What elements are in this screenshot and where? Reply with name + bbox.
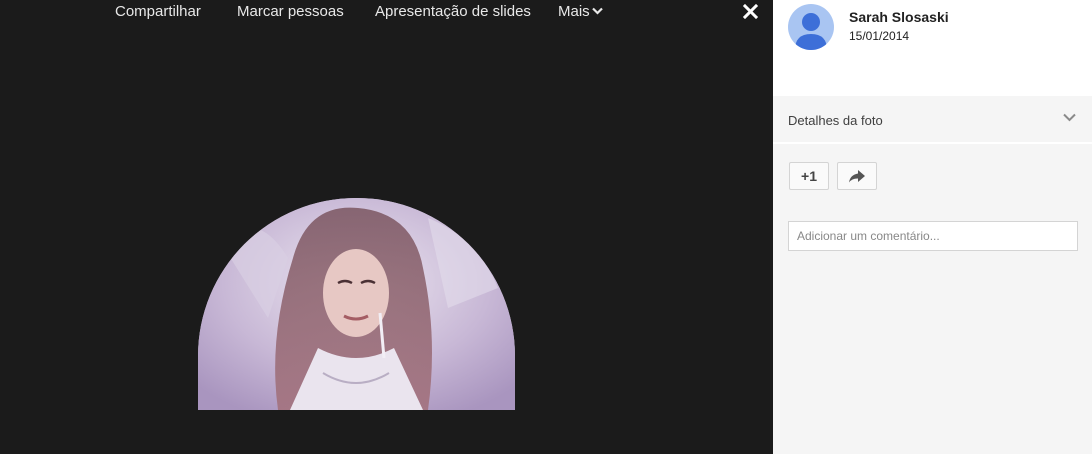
- photo-details-label: Detalhes da foto: [788, 113, 883, 128]
- viewer-toolbar: Compartilhar Marcar pessoas Apresentação…: [0, 0, 773, 24]
- avatar[interactable]: [788, 4, 834, 50]
- reshare-button[interactable]: [837, 162, 877, 190]
- more-label: Mais: [558, 3, 590, 20]
- chevron-down-icon: [1063, 113, 1076, 122]
- post-header: Sarah Slosaski 15/01/2014: [773, 0, 1092, 96]
- more-menu-button[interactable]: Mais: [558, 3, 603, 21]
- photo-image: [198, 198, 515, 410]
- plus-one-label: +1: [801, 168, 817, 184]
- plus-one-button[interactable]: +1: [789, 162, 829, 190]
- default-avatar-icon: [795, 13, 827, 50]
- author-name[interactable]: Sarah Slosaski: [849, 9, 949, 25]
- share-arrow-icon: [849, 169, 865, 182]
- close-icon[interactable]: [743, 4, 758, 19]
- tag-people-button[interactable]: Marcar pessoas: [237, 3, 344, 21]
- post-date: 15/01/2014: [849, 29, 910, 43]
- photo-details-toggle[interactable]: Detalhes da foto: [773, 96, 1092, 144]
- chevron-down-icon: [591, 7, 603, 15]
- slideshow-button[interactable]: Apresentação de slides: [375, 3, 531, 21]
- photo-viewer: Compartilhar Marcar pessoas Apresentação…: [0, 0, 773, 454]
- photo-side-panel: Sarah Slosaski 15/01/2014 Detalhes da fo…: [773, 0, 1092, 454]
- comment-input[interactable]: [788, 221, 1078, 251]
- share-button[interactable]: Compartilhar: [115, 3, 201, 21]
